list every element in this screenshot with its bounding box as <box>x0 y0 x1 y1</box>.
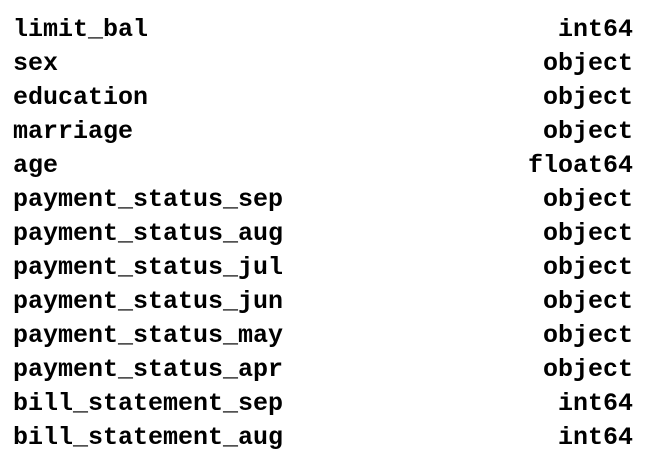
column-dtype: object <box>542 185 633 214</box>
dtype-row: sex object <box>13 47 633 81</box>
column-dtype: int64 <box>557 15 633 44</box>
dtype-row: bill_statement_sep int64 <box>13 387 633 421</box>
column-dtype: object <box>542 83 633 112</box>
column-dtype: object <box>542 49 633 78</box>
dtype-row: limit_bal int64 <box>13 13 633 47</box>
column-name: marriage <box>13 117 134 146</box>
column-name: payment_status_jun <box>13 287 284 316</box>
column-dtype: float64 <box>527 151 633 180</box>
dtype-row: age float64 <box>13 149 633 183</box>
column-dtype: object <box>542 321 633 350</box>
dtype-row: education object <box>13 81 633 115</box>
column-name: education <box>13 83 149 112</box>
dtype-row: payment_status_aug object <box>13 217 633 251</box>
column-name: payment_status_jul <box>13 253 284 282</box>
dtype-row: payment_status_sep object <box>13 183 633 217</box>
dtype-row: payment_status_jun object <box>13 285 633 319</box>
dtype-row: payment_status_apr object <box>13 353 633 387</box>
dtypes-output: limit_bal int64 sex object education obj… <box>0 0 646 454</box>
column-dtype: object <box>542 117 633 146</box>
column-dtype: object <box>542 219 633 248</box>
column-name: payment_status_aug <box>13 219 284 248</box>
column-dtype: object <box>542 253 633 282</box>
column-name: limit_bal <box>13 15 149 44</box>
dtype-row: bill_statement_aug int64 <box>13 421 633 455</box>
column-dtype: int64 <box>557 389 633 418</box>
dtype-row: payment_status_jul object <box>13 251 633 285</box>
column-name: payment_status_may <box>13 321 284 350</box>
dtype-row: marriage object <box>13 115 633 149</box>
column-dtype: object <box>542 287 633 316</box>
column-name: age <box>13 151 59 180</box>
dtype-row: payment_status_may object <box>13 319 633 353</box>
column-name: payment_status_apr <box>13 355 284 384</box>
column-dtype: object <box>542 355 633 384</box>
column-name: payment_status_sep <box>13 185 284 214</box>
column-name: bill_statement_aug <box>13 423 284 452</box>
column-name: bill_statement_sep <box>13 389 284 418</box>
column-dtype: int64 <box>557 423 633 452</box>
column-name: sex <box>13 49 59 78</box>
